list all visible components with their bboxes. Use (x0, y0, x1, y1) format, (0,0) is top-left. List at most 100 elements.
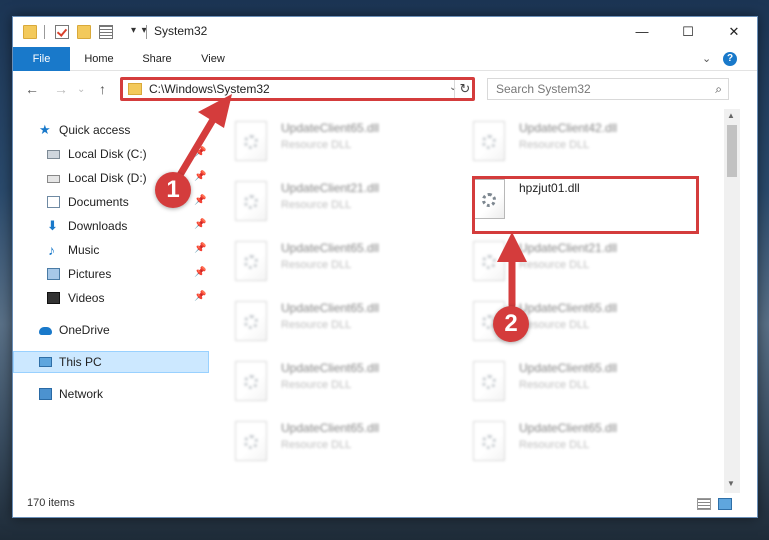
dll-file-icon (473, 241, 505, 281)
title-bar: ▾ ▾ System32 — ☐ ✕ (13, 17, 757, 47)
file-name: UpdateClient65.dll (281, 301, 380, 315)
gear-icon (244, 375, 258, 389)
back-button[interactable]: ← (25, 81, 39, 97)
sidebar-item-label: Documents (68, 195, 129, 209)
file-name: UpdateClient21.dll (281, 181, 380, 195)
file-name: UpdateClient65.dll (519, 361, 618, 375)
file-type: Resource DLL (281, 259, 352, 271)
file-item[interactable]: UpdateClient65.dll Resource DLL (211, 293, 441, 349)
properties-check-icon[interactable] (55, 25, 69, 39)
folder-icon[interactable] (23, 25, 37, 39)
sidebar-item-pictures[interactable]: Pictures 📌 (13, 263, 209, 285)
pin-icon[interactable]: 📌 (194, 147, 206, 158)
file-highlight-box (472, 176, 699, 234)
downloads-icon: ⬇ (47, 218, 58, 233)
gear-icon (482, 255, 496, 269)
file-name: UpdateClient65.dll (519, 421, 618, 435)
search-input[interactable]: Search System32 (496, 82, 591, 96)
ribbon: File Home Share View ⌄ ? (13, 47, 757, 71)
file-item[interactable]: UpdateClient65.dll Resource DLL (449, 413, 679, 469)
sidebar-item-downloads[interactable]: ⬇ Downloads 📌 (13, 215, 209, 237)
file-item[interactable]: UpdateClient65.dll Resource DLL (211, 113, 441, 169)
file-type: Resource DLL (281, 439, 352, 451)
details-view-icon[interactable] (697, 498, 711, 510)
sidebar-item-quick-access[interactable]: ★ Quick access (13, 119, 209, 141)
sidebar-item-videos[interactable]: Videos 📌 (13, 287, 209, 309)
file-item[interactable]: UpdateClient21.dll Resource DLL (449, 233, 679, 289)
chevron-down-icon[interactable]: ▾ ▾ (131, 25, 147, 36)
tab-file[interactable]: File (13, 47, 70, 71)
navigation-pane: ★ Quick access Local Disk (C:) 📌 Local D… (13, 109, 209, 493)
sidebar-item-local-disk-c[interactable]: Local Disk (C:) 📌 (13, 143, 209, 165)
pc-icon (39, 357, 52, 367)
file-name: UpdateClient21.dll (519, 241, 618, 255)
pin-icon[interactable]: 📌 (194, 171, 206, 182)
pin-icon[interactable]: 📌 (194, 219, 206, 230)
new-folder-icon[interactable] (77, 25, 91, 39)
forward-button[interactable]: → (54, 81, 68, 97)
file-item[interactable]: UpdateClient65.dll Resource DLL (449, 353, 679, 409)
dll-file-icon (473, 361, 505, 401)
search-icon[interactable]: ⌕ (715, 82, 722, 97)
file-type: Resource DLL (519, 319, 590, 331)
file-item[interactable]: UpdateClient42.dll Resource DLL (449, 113, 679, 169)
view-properties-icon[interactable] (99, 25, 113, 39)
tab-view[interactable]: View (189, 47, 237, 71)
gear-icon (244, 135, 258, 149)
search-box[interactable]: Search System32 ⌕ (487, 78, 729, 100)
sidebar-item-label: Pictures (68, 267, 112, 281)
dll-file-icon (473, 121, 505, 161)
sidebar-item-music[interactable]: ♪ Music 📌 (13, 239, 209, 261)
file-type: Resource DLL (519, 379, 590, 391)
sidebar-item-label: Network (59, 387, 104, 401)
pin-icon[interactable]: 📌 (194, 243, 206, 254)
item-count: 170 items (27, 497, 75, 509)
file-item[interactable]: UpdateClient21.dll Resource DLL (211, 173, 441, 229)
pin-icon[interactable]: 📌 (194, 195, 206, 206)
sidebar-item-label: This PC (59, 355, 102, 369)
pin-icon[interactable]: 📌 (194, 267, 206, 278)
sidebar-item-network[interactable]: Network (13, 383, 209, 405)
sidebar-item-label: Videos (68, 291, 105, 305)
up-button[interactable]: ↑ (99, 81, 106, 97)
file-item[interactable]: UpdateClient65.dll Resource DLL (211, 413, 441, 469)
large-icons-view-icon[interactable] (718, 498, 732, 510)
documents-icon (47, 196, 60, 208)
scroll-down-icon[interactable]: ▼ (727, 479, 735, 488)
cloud-icon (39, 327, 52, 335)
maximize-button[interactable]: ☐ (665, 17, 711, 47)
file-type: Resource DLL (281, 319, 352, 331)
recent-chevron-icon[interactable]: ⌄ (77, 84, 85, 95)
pin-icon[interactable]: 📌 (194, 291, 206, 302)
gear-icon (244, 435, 258, 449)
dll-file-icon (473, 421, 505, 461)
minimize-button[interactable]: — (619, 17, 665, 47)
file-type: Resource DLL (519, 139, 590, 151)
sidebar-item-this-pc[interactable]: This PC (13, 351, 209, 373)
gear-icon (482, 435, 496, 449)
file-item[interactable]: UpdateClient65.dll Resource DLL (211, 353, 441, 409)
music-icon: ♪ (48, 242, 55, 258)
sidebar-item-label: Music (68, 243, 100, 257)
sidebar-item-label: Quick access (59, 123, 131, 137)
sidebar-item-onedrive[interactable]: OneDrive (13, 319, 209, 341)
pictures-icon (47, 268, 60, 280)
file-item[interactable]: UpdateClient65.dll Resource DLL (449, 293, 679, 349)
close-button[interactable]: ✕ (711, 17, 757, 47)
sidebar-item-label: Local Disk (C:) (68, 147, 147, 161)
vertical-scrollbar[interactable]: ▲ ▼ (724, 109, 740, 493)
scroll-up-icon[interactable]: ▲ (727, 111, 735, 120)
status-bar: 170 items (13, 493, 757, 517)
drive-icon (47, 175, 60, 183)
dll-file-icon (235, 241, 267, 281)
file-list: UpdateClient65.dll Resource DLL UpdateCl… (211, 109, 723, 489)
ribbon-expand-icon[interactable]: ⌄ (702, 52, 711, 65)
file-item[interactable]: UpdateClient65.dll Resource DLL (211, 233, 441, 289)
scrollbar-thumb[interactable] (727, 125, 737, 177)
dll-file-icon (235, 301, 267, 341)
tab-share[interactable]: Share (131, 47, 183, 71)
tab-home[interactable]: Home (73, 47, 125, 71)
dll-file-icon (235, 121, 267, 161)
explorer-window: ▾ ▾ System32 — ☐ ✕ File Home Share View … (12, 16, 758, 518)
help-icon[interactable]: ? (723, 52, 737, 66)
